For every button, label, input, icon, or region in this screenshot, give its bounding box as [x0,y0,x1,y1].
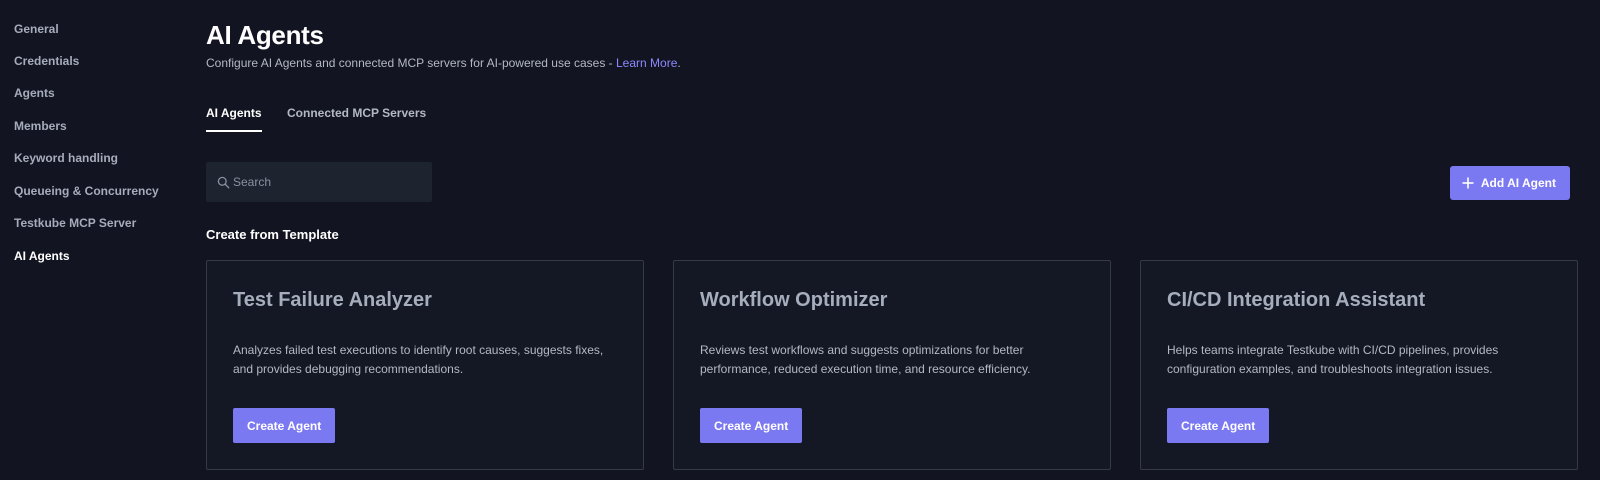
card-title: CI/CD Integration Assistant [1167,289,1426,311]
page-title: AI Agents [206,20,324,50]
settings-sidebar: General Credentials Agents Members Keywo… [0,0,190,480]
add-ai-agent-label: Add AI Agent [1480,176,1556,190]
sidebar-item-agents[interactable]: Agents [14,86,55,100]
learn-more-link[interactable]: Learn More [616,56,677,70]
create-agent-button[interactable]: Create Agent [1167,408,1270,443]
card-title: Workflow Optimizer [700,289,888,311]
plus-icon [1462,177,1474,189]
subtitle-period: . [677,56,681,70]
tab-bar: AI Agents Connected MCP Servers [206,106,706,136]
sidebar-item-queueing-concurrency[interactable]: Queueing & Concurrency [14,184,159,198]
search-input[interactable] [233,163,429,201]
page-subtitle: Configure AI Agents and connected MCP se… [206,56,681,70]
card-title: Test Failure Analyzer [233,289,432,311]
section-title-templates: Create from Template [206,227,339,242]
search-icon [217,176,230,189]
template-card-test-failure-analyzer: Test Failure Analyzer Analyzes failed te… [206,260,644,470]
card-description: Reviews test workflows and suggests opti… [700,343,1031,376]
sidebar-item-testkube-mcp-server[interactable]: Testkube MCP Server [14,216,136,230]
create-agent-button[interactable]: Create Agent [233,408,336,443]
template-card-workflow-optimizer: Workflow Optimizer Reviews test workflow… [673,260,1111,470]
main-content: AI Agents Configure AI Agents and connec… [206,0,1600,480]
card-description: Analyzes failed test executions to ident… [233,343,604,376]
tab-connected-mcp-servers[interactable]: Connected MCP Servers [287,106,426,130]
card-description: Helps teams integrate Testkube with CI/C… [1167,343,1499,376]
tab-ai-agents[interactable]: AI Agents [206,106,262,132]
sidebar-item-credentials[interactable]: Credentials [14,54,79,68]
sidebar-item-ai-agents[interactable]: AI Agents [14,249,70,263]
sidebar-item-members[interactable]: Members [14,119,67,133]
create-agent-button[interactable]: Create Agent [700,408,803,443]
search-field[interactable] [206,162,432,202]
sidebar-item-general[interactable]: General [14,22,59,36]
sidebar-item-keyword-handling[interactable]: Keyword handling [14,151,118,165]
template-card-cicd-integration-assistant: CI/CD Integration Assistant Helps teams … [1140,260,1578,470]
add-ai-agent-button[interactable]: Add AI Agent [1449,166,1570,200]
subtitle-text: Configure AI Agents and connected MCP se… [206,56,616,70]
